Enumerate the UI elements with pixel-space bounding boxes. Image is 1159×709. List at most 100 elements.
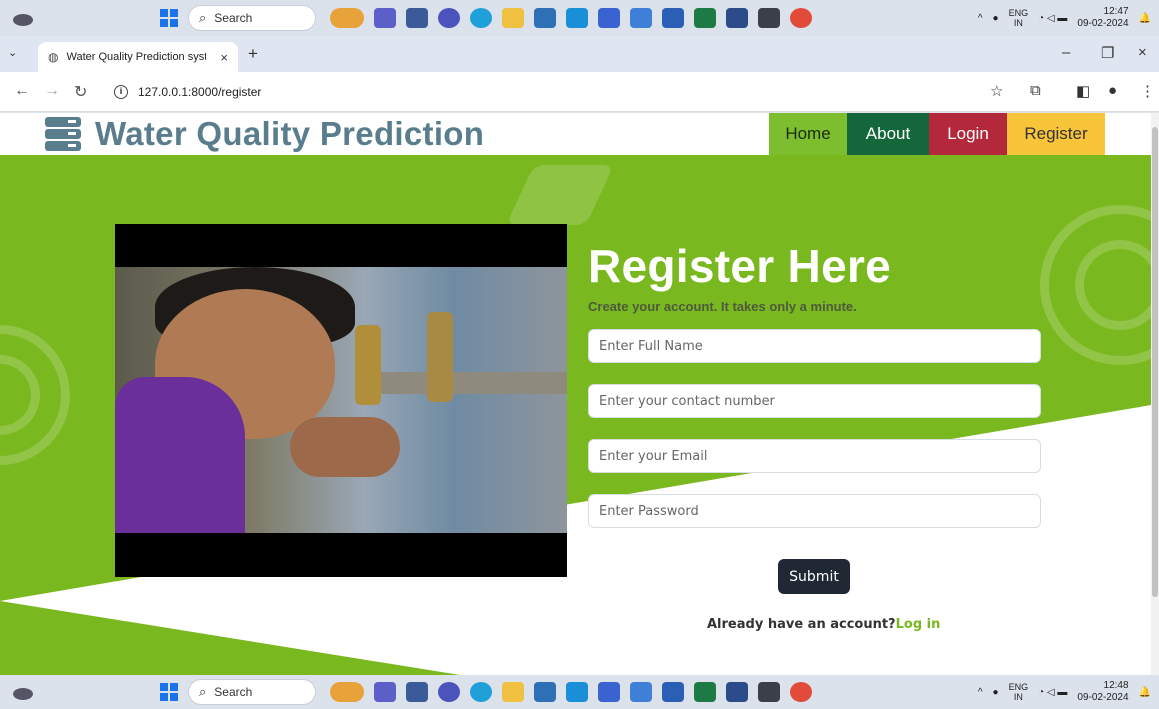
bookmark-star-icon[interactable]: ☆ [990,82,1003,100]
lang-code: ENG [1008,682,1029,692]
close-tab-icon[interactable]: × [220,50,228,65]
extensions-icon[interactable]: ⧉ [1030,82,1041,99]
scrollbar-thumb[interactable] [1152,127,1158,597]
language-indicator[interactable]: ENG IN [1009,682,1029,702]
taskbar-search[interactable]: ⌕ Search [188,679,316,705]
terminal-icon[interactable] [758,682,780,702]
store-icon[interactable] [534,8,556,28]
taskbar-search[interactable]: ⌕ Search [188,5,316,31]
excel-icon[interactable] [694,8,716,28]
network-status-icon[interactable]: ● [993,687,999,698]
weather-widget-icon[interactable] [12,684,34,700]
terminal-icon[interactable] [758,8,780,28]
files-icon[interactable] [406,682,428,702]
network-status-icon[interactable]: ● [993,13,999,24]
notification-bell-icon[interactable]: 🔔 [1139,687,1151,698]
browser-tabstrip: ⌄ ◍ Water Quality Prediction system × + … [0,36,1159,72]
meet-icon[interactable] [438,8,460,28]
back-arrow-icon[interactable]: ← [14,82,30,100]
teams-icon[interactable] [374,8,396,28]
chevron-up-icon[interactable]: ^ [978,13,983,24]
brand-title: Water Quality Prediction [95,115,485,152]
clock[interactable]: 12:47 09-02-2024 [1077,6,1128,30]
site-info-icon[interactable]: i [114,85,128,99]
new-tab-icon[interactable]: + [248,44,258,64]
folder-icon[interactable] [502,8,524,28]
tab-title: Water Quality Prediction system [66,51,207,63]
excel-icon[interactable] [694,682,716,702]
mail-icon[interactable] [566,8,588,28]
site-header: Water Quality Prediction Home About Logi… [0,113,1151,155]
hero-photo [115,224,567,577]
widget-icon[interactable] [330,8,364,28]
app-icon[interactable] [726,682,748,702]
taskbar-search-label: Search [214,685,253,699]
profile-avatar-icon[interactable]: ● [1108,82,1117,99]
start-button[interactable] [160,683,178,701]
store-icon[interactable] [534,682,556,702]
word-icon[interactable] [662,682,684,702]
full-name-input[interactable] [588,329,1041,363]
browser-tab[interactable]: ◍ Water Quality Prediction system × [38,42,238,72]
submit-button[interactable]: Submit [778,559,850,594]
mail-icon[interactable] [566,682,588,702]
forward-arrow-icon[interactable]: → [44,82,60,100]
restore-icon[interactable]: ❐ [1101,44,1114,62]
nav-about[interactable]: About [847,113,929,155]
clock-date: 09-02-2024 [1077,18,1129,29]
start-button[interactable] [160,9,178,27]
child-drinking-water-image [115,267,567,533]
login-link[interactable]: Log in [896,617,941,632]
files-icon[interactable] [406,8,428,28]
tab-search-icon[interactable]: ⌄ [8,46,17,59]
taskbar-search-label: Search [214,11,253,25]
password-input[interactable] [588,494,1041,528]
chevron-up-icon[interactable]: ^ [978,687,983,698]
kebab-menu-icon[interactable]: ⋮ [1140,82,1155,100]
sidepanel-icon[interactable]: ◧ [1076,82,1090,100]
clock[interactable]: 12:48 09-02-2024 [1077,680,1128,704]
main-nav: Home About Login Register [769,113,1105,155]
nav-login[interactable]: Login [929,113,1007,155]
page-scrollbar[interactable] [1151,113,1159,675]
wifi-volume-battery-icon[interactable]: ◔ ◁ ▬ [1038,687,1067,698]
clock-time: 12:48 [1103,680,1129,691]
app-icon[interactable] [630,682,652,702]
language-indicator[interactable]: ENG IN [1009,8,1029,28]
notification-bell-icon[interactable]: 🔔 [1139,13,1151,24]
nav-home[interactable]: Home [769,113,847,155]
wifi-volume-battery-icon[interactable]: ◔ ◁ ▬ [1038,13,1067,24]
hero-section: Register Here Create your account. It ta… [0,155,1151,675]
lang-code: ENG [1008,8,1029,18]
search-icon: ⌕ [199,684,207,699]
taskbar-apps [330,682,812,702]
email-input[interactable] [588,439,1041,473]
contact-number-input[interactable] [588,384,1041,418]
app-icon[interactable] [726,8,748,28]
word-icon[interactable] [662,8,684,28]
clock-date: 09-02-2024 [1077,692,1129,703]
chrome-icon[interactable] [790,682,812,702]
edge-icon[interactable] [470,682,492,702]
top-taskbar: ⌕ Search ^ ● ENG IN ◔ ◁ ▬ 12:47 09-02-2024 … [0,0,1159,36]
meet-icon[interactable] [438,682,460,702]
nav-register[interactable]: Register [1007,113,1105,155]
brand[interactable]: Water Quality Prediction [45,115,484,153]
teams-icon[interactable] [374,682,396,702]
register-form: Register Here Create your account. It ta… [588,239,1048,528]
app-icon[interactable] [598,682,620,702]
widget-icon[interactable] [330,682,364,702]
weather-widget-icon[interactable] [12,10,34,26]
folder-icon[interactable] [502,682,524,702]
chrome-icon[interactable] [790,8,812,28]
minimize-icon[interactable]: – [1062,44,1070,61]
form-subtitle: Create your account. It takes only a min… [588,299,857,314]
bottom-taskbar: ⌕ Search ^ ● ENG IN ◔ ◁ ▬ 12:48 09-02-2024 … [0,675,1159,709]
app-icon[interactable] [598,8,620,28]
login-prompt-text: Already have an account? [707,617,896,632]
edge-icon[interactable] [470,8,492,28]
reload-icon[interactable]: ↻ [74,82,87,102]
close-window-icon[interactable]: × [1138,44,1147,61]
app-icon[interactable] [630,8,652,28]
address-bar[interactable]: i 127.0.0.1:8000/register [100,78,970,106]
